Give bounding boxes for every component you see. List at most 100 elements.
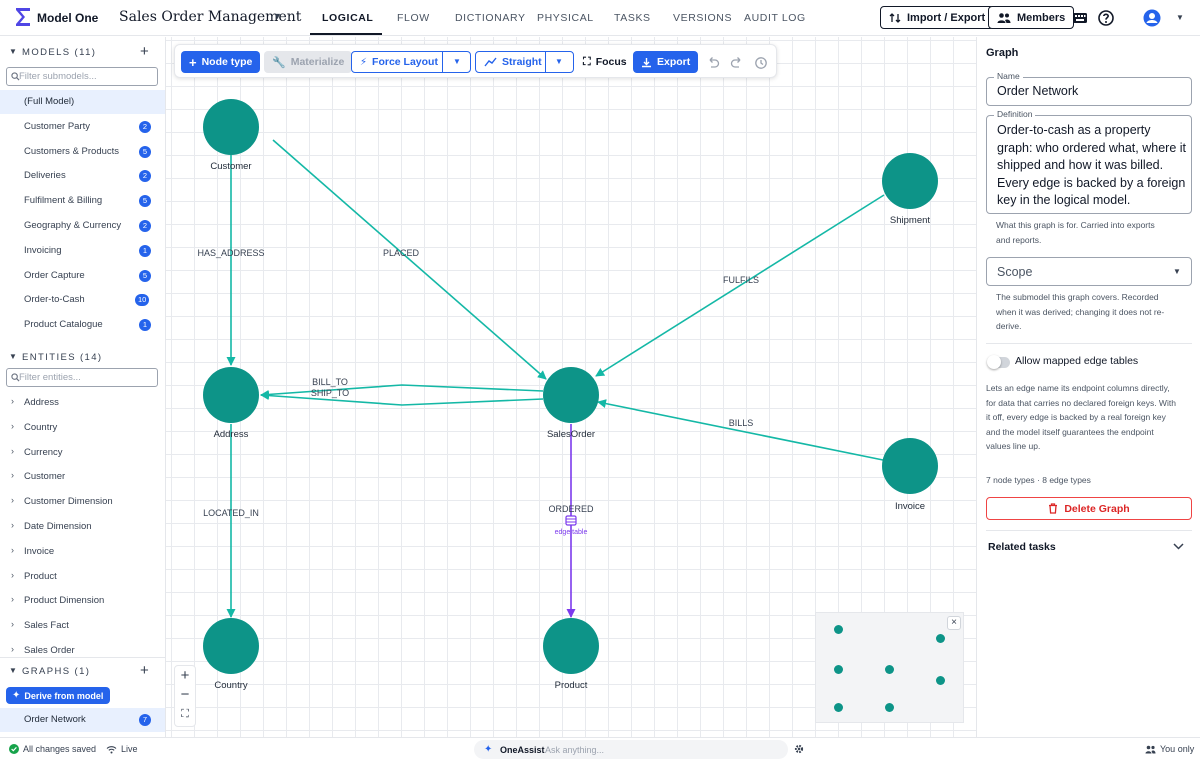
edge-label[interactable]: PLACED: [383, 248, 420, 258]
chevron-right-icon[interactable]: ›: [11, 421, 14, 431]
submodel-filter-input[interactable]: Filter submodels...: [6, 67, 158, 86]
chevron-down-icon[interactable]: ▼: [9, 47, 17, 56]
add-node-type-button[interactable]: + Node type: [181, 51, 261, 73]
edge-style-button[interactable]: Straight ▼: [475, 51, 574, 73]
node-product[interactable]: [543, 618, 599, 674]
chevron-down-icon[interactable]: [1173, 543, 1184, 550]
chevron-down-icon[interactable]: ▼: [453, 57, 461, 66]
import-export-button[interactable]: Import / Export: [880, 6, 995, 29]
related-tasks-header[interactable]: Related tasks: [977, 531, 1200, 561]
chevron-down-icon[interactable]: ▼: [555, 57, 563, 66]
entity-item[interactable]: › Product: [0, 565, 165, 589]
chevron-right-icon[interactable]: ›: [11, 570, 14, 580]
add-graph-icon[interactable]: +: [140, 662, 149, 679]
graph-canvas[interactable]: HAS_ADDRESS PLACED FULFILS BILL_TO SHIP_…: [166, 37, 976, 737]
oneassist-input[interactable]: ✦ OneAssist Ask anything...: [474, 740, 788, 759]
keyboard-icon[interactable]: [1071, 9, 1089, 27]
submodel-item[interactable]: (Full Model): [0, 90, 165, 114]
redo-icon[interactable]: [730, 56, 744, 70]
force-layout-button[interactable]: ⚡ Force Layout ▼: [351, 51, 471, 73]
node-invoice[interactable]: [882, 438, 938, 494]
chevron-down-icon[interactable]: ▼: [1173, 267, 1181, 276]
edge-label[interactable]: HAS_ADDRESS: [197, 248, 264, 258]
node-shipment[interactable]: [882, 153, 938, 209]
close-icon[interactable]: ×: [947, 616, 961, 630]
derive-from-model-button[interactable]: ✦ Derive from model: [6, 687, 110, 704]
tab-flow[interactable]: FLOW: [397, 12, 430, 24]
mapped-edge-tables-toggle[interactable]: [987, 355, 1010, 369]
account-chevron-down-icon[interactable]: ▼: [1176, 13, 1184, 22]
entity-item[interactable]: › Customer: [0, 465, 165, 489]
submodel-item[interactable]: Geography & Currency 2: [0, 214, 165, 238]
entity-item[interactable]: › Date Dimension: [0, 515, 165, 539]
chevron-right-icon[interactable]: ›: [11, 644, 14, 654]
help-icon[interactable]: [1097, 9, 1115, 27]
add-submodel-icon[interactable]: +: [140, 43, 149, 60]
entity-item[interactable]: › Customer Dimension: [0, 490, 165, 514]
graphs-section-header[interactable]: ▼ GRAPHS (1) +: [0, 657, 165, 683]
undo-icon[interactable]: [706, 56, 720, 70]
chevron-down-icon[interactable]: ▼: [9, 666, 17, 675]
chevron-right-icon[interactable]: ›: [11, 470, 14, 480]
fit-view-icon[interactable]: ⛶: [175, 708, 195, 721]
submodel-item[interactable]: Invoicing 1: [0, 239, 165, 263]
tab-audit-log[interactable]: AUDIT LOG: [744, 12, 806, 24]
edge-bill-to[interactable]: [260, 384, 544, 399]
tab-versions[interactable]: VERSIONS: [673, 12, 732, 24]
chevron-down-icon[interactable]: ▼: [9, 352, 17, 361]
delete-graph-button[interactable]: Delete Graph: [986, 497, 1192, 520]
edge-label[interactable]: FULFILS: [723, 275, 759, 285]
avatar-icon[interactable]: [1143, 9, 1161, 27]
chevron-right-icon[interactable]: ›: [11, 545, 14, 555]
definition-field[interactable]: Definition Order-to-cash as a property g…: [986, 109, 1192, 214]
entity-item[interactable]: › Country: [0, 416, 165, 440]
settings-gear-icon[interactable]: [794, 744, 804, 754]
entities-section-header[interactable]: ▼ ENTITIES (14): [0, 344, 165, 370]
tab-logical[interactable]: LOGICAL: [322, 12, 373, 24]
scope-select[interactable]: Scope ▼: [986, 257, 1192, 286]
tab-tasks[interactable]: TASKS: [614, 12, 651, 24]
node-country[interactable]: [203, 618, 259, 674]
entity-filter-input[interactable]: Filter entities...: [6, 368, 158, 387]
entity-item[interactable]: › Sales Fact: [0, 614, 165, 638]
history-icon[interactable]: [754, 56, 768, 70]
graph-name-field[interactable]: Name Order Network: [986, 71, 1192, 106]
zoom-in-icon[interactable]: +: [175, 667, 195, 684]
chevron-right-icon[interactable]: ›: [11, 619, 14, 629]
graph-item-order-network[interactable]: Order Network 7: [0, 708, 165, 732]
edge-ship-to[interactable]: [260, 391, 544, 406]
edge-label[interactable]: LOCATED_IN: [203, 508, 259, 518]
members-button[interactable]: Members: [988, 6, 1075, 29]
entity-item[interactable]: › Product Dimension: [0, 589, 165, 613]
entity-item[interactable]: › Currency: [0, 441, 165, 465]
submodel-item[interactable]: Customers & Products 5: [0, 140, 165, 164]
materialize-button[interactable]: 🔧 Materialize: [264, 51, 353, 73]
submodel-item[interactable]: Customer Party 2: [0, 115, 165, 139]
chevron-right-icon[interactable]: ›: [11, 446, 14, 456]
edge-table-icon[interactable]: [565, 515, 577, 526]
export-button[interactable]: Export: [633, 51, 699, 73]
edge-bills[interactable]: [597, 399, 884, 461]
node-customer[interactable]: [203, 99, 259, 155]
edge-label[interactable]: BILLS: [729, 418, 754, 428]
edge-label[interactable]: BILL_TO: [312, 377, 348, 387]
node-salesorder[interactable]: [543, 367, 599, 423]
edge-fulfils[interactable]: [595, 194, 885, 377]
edge-placed[interactable]: [272, 139, 547, 380]
edge-label[interactable]: ORDERED: [548, 504, 594, 514]
submodel-item[interactable]: Order-to-Cash 10: [0, 288, 165, 312]
chevron-right-icon[interactable]: ›: [11, 520, 14, 530]
node-address[interactable]: [203, 367, 259, 423]
tab-dictionary[interactable]: DICTIONARY: [455, 12, 526, 24]
submodel-item[interactable]: Product Catalogue 1: [0, 313, 165, 337]
focus-button[interactable]: ⛶ Focus: [575, 51, 635, 73]
entity-item[interactable]: › Invoice: [0, 540, 165, 564]
zoom-out-icon[interactable]: −: [175, 686, 195, 703]
entity-item[interactable]: › Address: [0, 391, 165, 415]
chevron-right-icon[interactable]: ›: [11, 495, 14, 505]
submodel-item[interactable]: Order Capture 5: [0, 264, 165, 288]
submodel-item[interactable]: Deliveries 2: [0, 164, 165, 188]
edge-label[interactable]: SHIP_TO: [311, 388, 349, 398]
tab-physical[interactable]: PHYSICAL: [537, 12, 594, 24]
models-section-header[interactable]: ▼ MODELS (11) +: [0, 39, 165, 65]
